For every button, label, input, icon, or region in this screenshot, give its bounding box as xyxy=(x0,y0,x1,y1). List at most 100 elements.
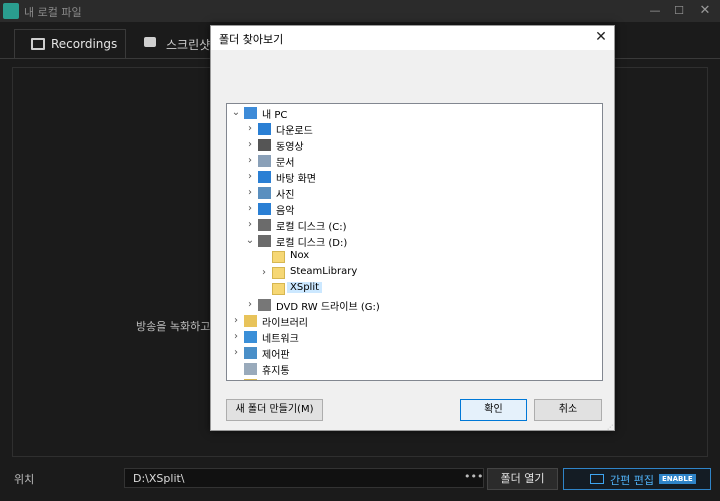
minimize-button[interactable]: — xyxy=(646,2,664,20)
video-icon xyxy=(258,139,271,151)
tree-item-label: 다운로드 xyxy=(276,126,313,137)
chevron-down-icon[interactable]: ⌄ xyxy=(231,106,241,120)
tree-item-label: 음악 xyxy=(276,206,295,217)
pictures-icon xyxy=(258,187,271,199)
new-folder-button[interactable]: 새 폴더 만들기(M) xyxy=(226,399,323,421)
tab-recordings-label: Recordings xyxy=(51,37,118,51)
chevron-right-icon[interactable]: › xyxy=(231,346,241,360)
tree-item[interactable]: › 문서 xyxy=(227,153,587,169)
location-value: D:\XSplit\ xyxy=(133,472,185,485)
chevron-right-icon[interactable]: › xyxy=(245,170,255,184)
tree-item[interactable]: ⌄ 내 PC xyxy=(227,105,587,121)
tree-item-label: 바탕 화면 xyxy=(276,174,316,185)
ok-button[interactable]: 확인 xyxy=(460,399,527,421)
library-icon xyxy=(244,315,257,327)
chevron-right-icon[interactable]: › xyxy=(245,298,255,312)
download-icon xyxy=(258,123,271,135)
chevron-down-icon[interactable]: ⌄ xyxy=(245,234,255,248)
tree-item-label: 제어판 xyxy=(262,350,290,361)
drive-icon xyxy=(258,235,271,247)
tree-item[interactable]: › DVD RW 드라이브 (G:) xyxy=(227,297,587,313)
open-folder-button[interactable]: 폴더 열기 xyxy=(487,468,558,490)
clapper-icon xyxy=(590,474,604,484)
tree-item[interactable]: › 바탕 화면 xyxy=(227,169,587,185)
chevron-right-icon[interactable]: › xyxy=(245,138,255,152)
tree-item[interactable]: › 음악 xyxy=(227,201,587,217)
network-icon xyxy=(244,331,257,343)
chevron-right-icon xyxy=(259,250,269,264)
enable-badge: ENABLE xyxy=(659,474,696,484)
pc-icon xyxy=(244,107,257,119)
tree-item-label: 네트워크 xyxy=(262,334,299,345)
dialog-close-button[interactable]: ✕ xyxy=(593,29,609,45)
tree-item[interactable]: Nox xyxy=(227,249,587,265)
quick-edit-button[interactable]: 간편 편집 ENABLE xyxy=(563,468,711,490)
camera-icon xyxy=(144,37,156,47)
tree-item[interactable]: XSplit xyxy=(227,281,587,297)
cancel-button[interactable]: 취소 xyxy=(534,399,602,421)
chevron-right-icon[interactable]: › xyxy=(245,202,255,216)
location-field[interactable]: D:\XSplit\ xyxy=(124,468,484,488)
tree-item-label: Nox xyxy=(290,250,310,261)
tree-item-label: 사진 xyxy=(276,190,295,201)
dvd-drive-icon xyxy=(258,299,271,311)
chevron-right-icon[interactable]: › xyxy=(231,330,241,344)
browse-button[interactable]: ••• xyxy=(464,470,483,483)
chevron-right-icon[interactable]: › xyxy=(231,314,241,328)
drive-icon xyxy=(258,219,271,231)
tree-item-label: SteamLibrary xyxy=(290,266,358,277)
close-window-button[interactable]: ✕ xyxy=(696,2,714,20)
quick-edit-label: 간편 편집 xyxy=(610,474,654,487)
tab-recordings[interactable]: Recordings xyxy=(14,29,126,59)
tree-item[interactable]: › 제어판 xyxy=(227,345,587,361)
tree-item[interactable]: 휴지통 xyxy=(227,361,587,377)
tree-item[interactable]: › 동영상 xyxy=(227,137,587,153)
tree-item[interactable]: ⌄ 로컬 디스크 (D:) xyxy=(227,233,587,249)
title-bar xyxy=(0,0,720,22)
chevron-right-icon[interactable]: › xyxy=(259,266,269,280)
chevron-right-icon xyxy=(231,362,241,376)
folder-icon xyxy=(272,267,285,279)
folder-icon xyxy=(244,379,257,380)
tree-item[interactable]: › 로컬 디스크 (C:) xyxy=(227,217,587,233)
music-icon xyxy=(258,203,271,215)
tab-screenshots[interactable]: 스크린샷 xyxy=(134,29,214,59)
tree-item-label: 로컬 디스크 (C:) xyxy=(276,222,347,233)
folder-icon xyxy=(272,251,285,263)
maximize-button[interactable]: ☐ xyxy=(670,2,688,20)
recycle-bin-icon xyxy=(244,363,257,375)
tree-item[interactable]: › 라이브러리 xyxy=(227,313,587,329)
tree-item-label: 라이브러리 xyxy=(262,318,308,329)
chevron-right-icon[interactable]: › xyxy=(245,218,255,232)
tree-item-label: DVD RW 드라이브 (G:) xyxy=(276,302,380,313)
document-icon xyxy=(258,155,271,167)
tree-item[interactable]: › 사진 xyxy=(227,185,587,201)
chevron-right-icon[interactable]: › xyxy=(245,122,255,136)
tab-screenshots-label: 스크린샷 xyxy=(166,38,211,52)
control-panel-icon xyxy=(244,347,257,359)
empty-state-text: 방송을 녹화하고 xyxy=(136,320,211,333)
chevron-right-icon xyxy=(231,378,241,380)
window-title: 내 로컬 파일 xyxy=(24,6,82,19)
folder-tree[interactable]: ⌄ 내 PC › 다운로드 › 동영상 › 문서 › 바탕 화면 › 사진 › 음악 › 로컬 디스크 (C:… xyxy=(226,103,603,381)
film-icon xyxy=(31,38,45,50)
folder-icon xyxy=(272,283,285,295)
chevron-right-icon[interactable]: › xyxy=(245,154,255,168)
tree-item[interactable]: › SteamLibrary xyxy=(227,265,587,281)
tree-item[interactable]: › 다운로드 xyxy=(227,121,587,137)
tree-item-label: 휴지통 xyxy=(262,366,290,377)
tree-item[interactable]: › 네트워크 xyxy=(227,329,587,345)
tree-item-label: 내 PC xyxy=(262,110,288,121)
chevron-right-icon xyxy=(259,282,269,296)
desktop-icon xyxy=(258,171,271,183)
location-label: 위치 xyxy=(14,473,35,486)
resize-grip-icon[interactable]: ⋰ xyxy=(607,424,613,431)
chevron-right-icon[interactable]: › xyxy=(245,186,255,200)
tree-item-label: 동영상 xyxy=(276,142,304,153)
tree-item-label: 로컬 디스크 (D:) xyxy=(276,238,348,249)
browse-folder-dialog: 폴더 찾아보기 ✕ ⌄ 내 PC › 다운로드 › 동영상 › 문서 › 바탕 화면 › 사진 › 음악 ›… xyxy=(210,25,615,431)
tree-item-label: 문서 xyxy=(276,158,295,169)
tree-item-label: XSplit xyxy=(287,282,323,293)
tree-item[interactable]: 꼬꼬리 xyxy=(227,377,587,380)
tree-item-label: 꼬꼬리 xyxy=(262,378,290,380)
